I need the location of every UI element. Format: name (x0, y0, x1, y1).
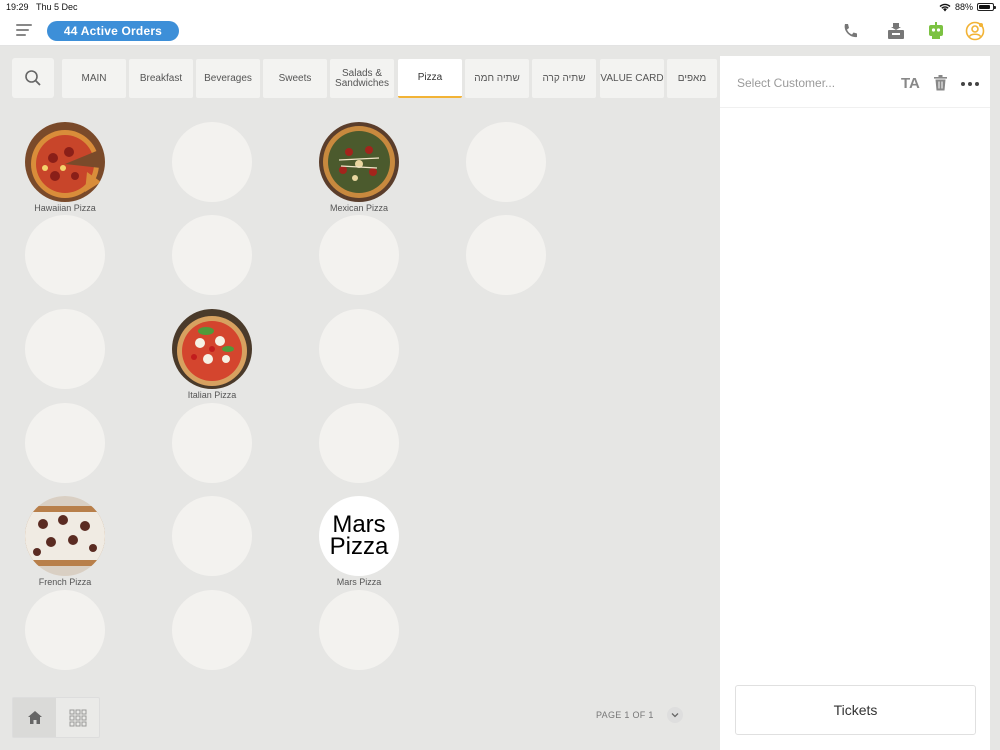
status-bar: 19:29 Thu 5 Dec 88% (0, 0, 1000, 14)
pizza-image (172, 309, 252, 389)
order-panel: Select Customer... TA Tickets (720, 56, 990, 750)
pizza-image (25, 122, 105, 202)
search-icon (25, 70, 41, 86)
category-tab-pastries[interactable]: מאפים (667, 59, 717, 98)
status-date: Thu 5 Dec (36, 2, 78, 12)
menu-icon[interactable] (16, 24, 32, 36)
category-tab-pizza[interactable]: Pizza (398, 59, 462, 98)
active-orders-button[interactable]: 44 Active Orders (47, 21, 179, 41)
product-italian-pizza[interactable] (172, 309, 252, 389)
status-time: 19:29 (6, 2, 29, 12)
product-empty-slot (172, 122, 252, 202)
search-button[interactable] (12, 58, 54, 98)
top-header: 44 Active Orders (0, 14, 1000, 46)
product-empty-slot (25, 403, 105, 483)
status-right: 88% (939, 2, 996, 12)
category-tab-main[interactable]: MAIN (62, 59, 126, 98)
product-label: Mars Pizza (336, 577, 382, 587)
category-tab-beverages[interactable]: Beverages (196, 59, 260, 98)
user-circle-icon[interactable] (965, 21, 985, 41)
category-tab-breakfast[interactable]: Breakfast (129, 59, 193, 98)
home-button[interactable] (13, 698, 56, 737)
more-options-icon[interactable] (961, 82, 979, 86)
phone-icon[interactable] (840, 21, 860, 41)
select-customer-field[interactable]: Select Customer... (737, 76, 835, 90)
product-empty-slot (25, 590, 105, 670)
product-empty-slot (466, 122, 546, 202)
page-indicator: PAGE 1 OF 1 (596, 710, 654, 720)
home-icon (27, 711, 42, 724)
trash-icon[interactable] (934, 75, 947, 91)
takeaway-toggle[interactable]: TA (901, 75, 920, 92)
product-label: Mexican Pizza (329, 203, 389, 213)
product-mars-pizza[interactable]: Mars Pizza (319, 496, 399, 576)
product-empty-slot (172, 590, 252, 670)
mars-pizza-image-text: Mars Pizza (329, 511, 389, 560)
battery-icon (977, 3, 996, 11)
product-empty-slot (319, 215, 399, 295)
view-switcher (12, 697, 100, 738)
product-label: Hawaiian Pizza (34, 203, 96, 213)
battery-percent: 88% (954, 2, 973, 12)
product-empty-slot (25, 309, 105, 389)
product-empty-slot (172, 496, 252, 576)
tickets-button[interactable]: Tickets (735, 685, 976, 735)
grid-view-button[interactable] (56, 698, 99, 737)
product-mexican-pizza[interactable] (319, 122, 399, 202)
page-dropdown-button[interactable] (667, 707, 683, 723)
product-label: French Pizza (38, 577, 92, 587)
product-label: Italian Pizza (187, 390, 237, 400)
robot-icon[interactable] (926, 21, 946, 41)
category-tab-salads-sandwiches[interactable]: Salads & Sandwiches (330, 59, 394, 98)
category-tab-hot-drinks[interactable]: שתיה חמה (465, 59, 529, 98)
product-french-pizza[interactable] (25, 496, 105, 576)
order-panel-header: Select Customer... TA (720, 56, 990, 108)
wifi-icon (939, 3, 951, 11)
category-tab-cold-drinks[interactable]: שתיה קרה (532, 59, 596, 98)
category-tab-value-card[interactable]: VALUE CARD (600, 59, 664, 98)
chevron-down-icon (671, 713, 679, 718)
pizza-image (319, 122, 399, 202)
product-empty-slot (466, 215, 546, 295)
grid-icon (69, 709, 86, 726)
category-tab-sweets[interactable]: Sweets (263, 59, 327, 98)
product-hawaiian-pizza[interactable] (25, 122, 105, 202)
product-empty-slot (172, 403, 252, 483)
product-empty-slot (25, 215, 105, 295)
pizza-image (25, 496, 105, 576)
product-empty-slot (319, 309, 399, 389)
product-empty-slot (319, 403, 399, 483)
cash-drawer-icon[interactable] (886, 21, 906, 41)
product-empty-slot (172, 215, 252, 295)
product-empty-slot (319, 590, 399, 670)
